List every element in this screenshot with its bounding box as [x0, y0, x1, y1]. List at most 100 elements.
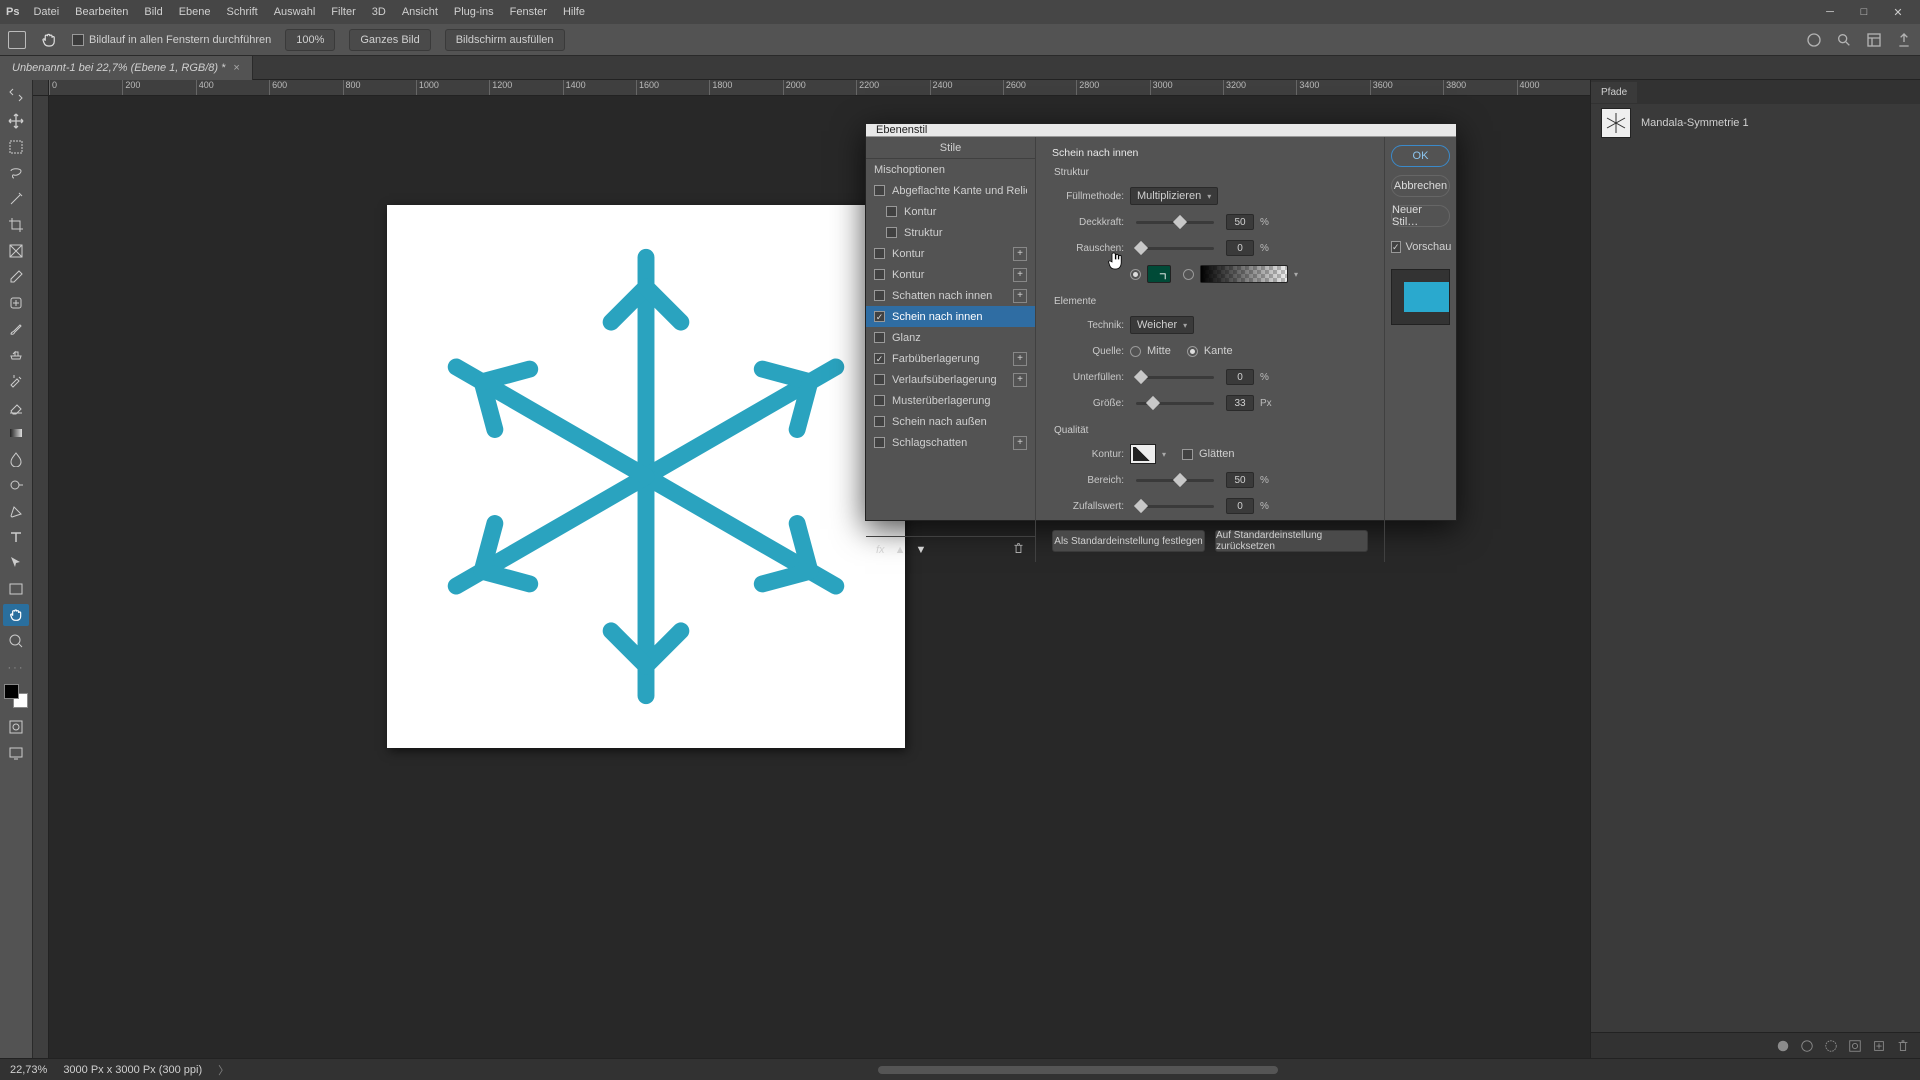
menu-view[interactable]: Ansicht [396, 3, 444, 21]
rectangle-tool[interactable] [3, 578, 29, 600]
choke-slider[interactable] [1136, 376, 1214, 379]
clone-stamp-tool[interactable] [3, 344, 29, 366]
foreground-color-swatch[interactable] [4, 684, 19, 699]
eraser-tool[interactable] [3, 396, 29, 418]
path-to-selection-icon[interactable] [1824, 1039, 1838, 1053]
zoom-tool[interactable] [3, 630, 29, 652]
horizontal-scrollbar[interactable] [878, 1066, 1278, 1074]
chevron-down-icon[interactable]: ▾ [1294, 270, 1298, 279]
marquee-tool[interactable] [3, 136, 29, 158]
stroke-path-icon[interactable] [1800, 1039, 1814, 1053]
noise-slider[interactable] [1136, 247, 1214, 250]
menu-window[interactable]: Fenster [504, 3, 553, 21]
history-brush-tool[interactable] [3, 370, 29, 392]
fill-path-icon[interactable] [1776, 1039, 1790, 1053]
blend-mode-select[interactable]: Multiplizieren▾ [1130, 187, 1218, 205]
zoom-button[interactable]: 100% [285, 29, 335, 51]
antialias-checkbox[interactable] [1182, 449, 1193, 460]
crop-tool[interactable] [3, 214, 29, 236]
color-swatches[interactable] [4, 684, 28, 708]
menu-select[interactable]: Auswahl [268, 3, 322, 21]
style-row-gradient-overlay[interactable]: Verlaufsüberlagerung+ [866, 369, 1035, 390]
menu-help[interactable]: Hilfe [557, 3, 591, 21]
source-edge-radio[interactable] [1187, 346, 1198, 357]
path-item[interactable]: Mandala-Symmetrie 1 [1591, 104, 1920, 142]
window-maximize-button[interactable]: □ [1848, 2, 1880, 22]
new-style-button[interactable]: Neuer Stil… [1391, 205, 1450, 227]
jitter-value[interactable]: 0 [1226, 498, 1254, 514]
home-icon[interactable] [8, 31, 26, 49]
lasso-tool[interactable] [3, 162, 29, 184]
move-down-icon[interactable]: ▼ [915, 544, 926, 556]
screen-mode-icon[interactable] [3, 742, 29, 764]
add-instance-icon[interactable]: + [1013, 289, 1027, 303]
preview-checkbox[interactable] [1391, 241, 1401, 253]
cancel-button[interactable]: Abbrechen [1391, 175, 1450, 197]
style-row-blendopts[interactable]: Mischoptionen [866, 159, 1035, 180]
contour-picker[interactable] [1130, 444, 1156, 464]
make-default-button[interactable]: Als Standardeinstellung festlegen [1052, 530, 1205, 552]
menu-image[interactable]: Bild [138, 3, 168, 21]
style-row-bevel[interactable]: Abgeflachte Kante und Relief [866, 180, 1035, 201]
search-icon[interactable] [1836, 32, 1852, 48]
style-row-bevel-texture[interactable]: Struktur [866, 222, 1035, 243]
style-row-stroke-1[interactable]: Kontur+ [866, 243, 1035, 264]
menu-edit[interactable]: Bearbeiten [69, 3, 134, 21]
dialog-title-bar[interactable]: Ebenenstil [866, 124, 1456, 137]
menu-filter[interactable]: Filter [325, 3, 361, 21]
style-row-outer-glow[interactable]: Schein nach außen [866, 411, 1035, 432]
noise-value[interactable]: 0 [1226, 240, 1254, 256]
fit-screen-button[interactable]: Ganzes Bild [349, 29, 430, 51]
new-path-icon[interactable] [1872, 1039, 1886, 1053]
scroll-all-windows-checkbox[interactable]: Bildlauf in allen Fenstern durchführen [72, 34, 271, 46]
source-center-radio[interactable] [1130, 346, 1141, 357]
size-value[interactable]: 33 [1226, 395, 1254, 411]
add-instance-icon[interactable]: + [1013, 268, 1027, 282]
menu-type[interactable]: Schrift [221, 3, 264, 21]
style-row-inner-shadow[interactable]: Schatten nach innen+ [866, 285, 1035, 306]
hand-tool[interactable] [3, 604, 29, 626]
gradient-tool[interactable] [3, 422, 29, 444]
choke-value[interactable]: 0 [1226, 369, 1254, 385]
style-row-drop-shadow[interactable]: Schlagschatten+ [866, 432, 1035, 453]
technique-select[interactable]: Weicher▾ [1130, 316, 1194, 334]
mask-icon[interactable] [1848, 1039, 1862, 1053]
paths-tab[interactable]: Pfade [1591, 82, 1637, 103]
range-value[interactable]: 50 [1226, 472, 1254, 488]
tab-close-icon[interactable]: × [233, 62, 239, 74]
healing-brush-tool[interactable] [3, 292, 29, 314]
window-close-button[interactable]: ✕ [1882, 2, 1914, 22]
type-tool[interactable] [3, 526, 29, 548]
dodge-tool[interactable] [3, 474, 29, 496]
path-select-tool[interactable] [3, 552, 29, 574]
ok-button[interactable]: OK [1391, 145, 1450, 167]
window-minimize-button[interactable]: ─ [1814, 2, 1846, 22]
move-tool[interactable] [3, 110, 29, 132]
add-instance-icon[interactable]: + [1013, 436, 1027, 450]
jitter-slider[interactable] [1136, 505, 1214, 508]
cloud-share-icon[interactable] [1806, 32, 1822, 48]
glow-color-swatch[interactable] [1147, 265, 1171, 283]
chevron-down-icon[interactable]: ▾ [1162, 450, 1166, 459]
menu-layer[interactable]: Ebene [173, 3, 217, 21]
glow-gradient-swatch[interactable] [1200, 265, 1288, 283]
range-slider[interactable] [1136, 479, 1214, 482]
style-row-color-overlay[interactable]: Farbüberlagerung+ [866, 348, 1035, 369]
style-row-satin[interactable]: Glanz [866, 327, 1035, 348]
eyedropper-tool[interactable] [3, 266, 29, 288]
reset-default-button[interactable]: Auf Standardeinstellung zurücksetzen [1215, 530, 1368, 552]
menu-plugins[interactable]: Plug-ins [448, 3, 500, 21]
style-row-pattern-overlay[interactable]: Musterüberlagerung [866, 390, 1035, 411]
move-up-icon[interactable]: ▲ [895, 544, 906, 556]
size-slider[interactable] [1136, 402, 1214, 405]
magic-wand-tool[interactable] [3, 188, 29, 210]
menu-file[interactable]: Datei [27, 3, 65, 21]
menu-3d[interactable]: 3D [366, 3, 392, 21]
trash-icon[interactable] [1896, 1039, 1910, 1053]
add-instance-icon[interactable]: + [1013, 352, 1027, 366]
style-row-stroke-2[interactable]: Kontur+ [866, 264, 1035, 285]
status-doc-info[interactable]: 3000 Px x 3000 Px (300 ppi) [63, 1064, 202, 1076]
color-source-radio[interactable] [1130, 269, 1141, 280]
document-tab[interactable]: Unbenannt-1 bei 22,7% (Ebene 1, RGB/8) *… [0, 56, 253, 80]
status-zoom[interactable]: 22,73% [10, 1064, 47, 1076]
